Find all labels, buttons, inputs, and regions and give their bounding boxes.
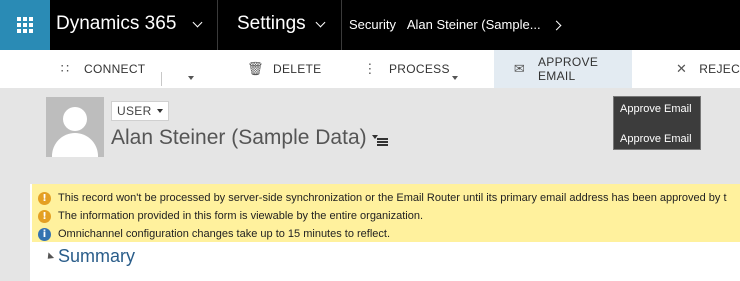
delete-button[interactable]: 🗑 DELETE: [247, 50, 327, 88]
process-dropdown-chevron-down-icon[interactable]: [452, 76, 458, 80]
connect-label: CONNECT: [84, 62, 146, 76]
connect-button[interactable]: ∷ CONNECT: [58, 50, 158, 88]
warning-icon: !: [38, 209, 51, 223]
reject-button[interactable]: ✕ REJECT: [676, 50, 740, 88]
nav-divider: [341, 0, 342, 50]
app-launcher-icon: [17, 17, 33, 33]
app-name-chevron-down-icon[interactable]: [192, 17, 203, 28]
avatar-body: [52, 133, 98, 157]
tooltip-description: Approve Email: [620, 133, 692, 145]
approve-email-button[interactable]: ✉ APPROVE EMAIL: [494, 50, 632, 88]
summary-section-title: Summary: [58, 246, 136, 266]
breadcrumb: Security Alan Steiner (Sample...: [349, 17, 549, 32]
notification-row: ! The information provided in this form …: [38, 207, 423, 225]
app-launcher-button[interactable]: [0, 0, 50, 50]
approve-email-label: APPROVE EMAIL: [538, 55, 599, 83]
trash-icon: 🗑: [247, 61, 264, 76]
process-label: PROCESS: [389, 62, 450, 76]
command-bar: ∷ CONNECT 🗑 DELETE ⋮ PROCESS ✉ APPROVE E…: [0, 50, 740, 88]
notification-text: This record won't be processed by server…: [58, 192, 727, 204]
record-type-chevron-down-icon: [156, 109, 163, 113]
notification-text: Omnichannel configuration changes take u…: [58, 228, 391, 240]
approve-email-tooltip: Approve Email Approve Email: [613, 96, 701, 150]
top-navigation-bar: Dynamics 365 Settings Security Alan Stei…: [0, 0, 740, 50]
breadcrumb-section[interactable]: Security: [349, 17, 396, 32]
record-menu-icon[interactable]: [372, 135, 388, 147]
avatar[interactable]: [46, 97, 104, 157]
command-separator: [161, 72, 162, 86]
left-margin: [0, 88, 30, 281]
area-chevron-down-icon[interactable]: [315, 17, 326, 28]
tooltip-title: Approve Email: [620, 103, 692, 115]
collapse-triangle-icon: [44, 251, 55, 262]
app-name[interactable]: Dynamics 365: [56, 13, 176, 35]
process-icon: ⋮: [363, 61, 377, 76]
delete-label: DELETE: [273, 62, 322, 76]
info-icon: i: [38, 227, 51, 241]
notification-text: The information provided in this form is…: [58, 210, 424, 222]
record-type-selector[interactable]: USER: [111, 101, 169, 121]
reject-email-icon: ✕: [676, 61, 688, 76]
notification-row: ! This record won't be processed by serv…: [38, 189, 727, 207]
connect-icon: ∷: [60, 61, 70, 76]
notification-bar: ! This record won't be processed by serv…: [32, 184, 740, 242]
process-button[interactable]: ⋮ PROCESS: [363, 50, 473, 88]
nav-divider: [217, 0, 218, 50]
avatar-head: [63, 107, 87, 131]
reject-label: REJECT: [699, 62, 740, 76]
breadcrumb-record[interactable]: Alan Steiner (Sample...: [407, 17, 541, 32]
summary-section-toggle[interactable]: Summary: [44, 246, 136, 267]
record-type-label: USER: [117, 104, 152, 118]
notification-row: i Omnichannel configuration changes take…: [38, 225, 390, 243]
area-name[interactable]: Settings: [237, 13, 306, 35]
warning-icon: !: [38, 191, 51, 205]
record-title: Alan Steiner (Sample Data): [111, 126, 367, 149]
breadcrumb-chevron-right-icon[interactable]: [551, 20, 562, 31]
approve-email-icon: ✉: [513, 61, 526, 76]
connect-dropdown-chevron-down-icon[interactable]: [188, 76, 194, 80]
